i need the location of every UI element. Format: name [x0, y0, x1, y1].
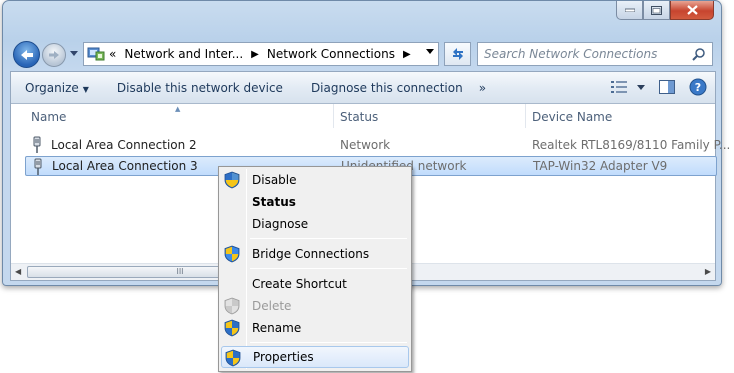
caption-buttons: [616, 1, 714, 20]
back-arrow-icon: [20, 49, 33, 60]
network-adapter-icon: [34, 158, 42, 175]
menu-item-diagnose[interactable]: Diagnose: [221, 213, 409, 235]
connection-device: TAP-Win32 Adapter V9: [533, 159, 668, 173]
menu-item-label: Status: [252, 195, 296, 209]
preview-pane-icon[interactable]: [659, 80, 675, 94]
details-view-icon: [611, 81, 627, 93]
menu-item-label: Delete: [252, 299, 292, 313]
network-adapter-icon: [33, 136, 41, 153]
column-divider[interactable]: [333, 104, 334, 128]
menu-item-label: Diagnose: [252, 217, 309, 231]
breadcrumb-overflow[interactable]: «: [109, 47, 116, 61]
change-view-button[interactable]: [611, 81, 645, 93]
menu-item-label: Bridge Connections: [252, 247, 370, 261]
list-item[interactable]: Local Area Connection 2 Network Realtek …: [25, 135, 730, 155]
scroll-left-icon[interactable]: ◀: [15, 267, 21, 276]
context-menu: Disable Status Diagnose Bridge Connectio…: [218, 166, 412, 372]
menu-item-status[interactable]: Status: [221, 191, 409, 213]
sort-ascending-icon: ▲: [175, 105, 181, 113]
help-icon[interactable]: ?: [689, 78, 707, 96]
search-placeholder: Search Network Connections: [484, 47, 658, 61]
view-controls: ?: [611, 78, 707, 96]
chevron-down-icon: ▼: [82, 84, 89, 94]
column-header-status[interactable]: Status: [340, 110, 378, 124]
recent-pages-dropdown[interactable]: [70, 51, 78, 56]
menu-separator: [250, 342, 407, 343]
shield-icon: [224, 297, 240, 315]
menu-item-rename[interactable]: Rename: [221, 317, 409, 339]
breadcrumb-network-connections[interactable]: Network Connections: [267, 47, 395, 61]
refresh-icon: [452, 48, 463, 60]
shield-icon: [224, 171, 240, 189]
forward-arrow-icon: [49, 51, 59, 59]
menu-item-label: Properties: [253, 350, 314, 364]
address-bar[interactable]: « Network and Inter... ▶ Network Connect…: [83, 42, 439, 66]
connection-device: Realtek RTL8169/8110 Family P...: [532, 138, 731, 152]
command-bar: Organize ▼ Disable this network device Di…: [11, 72, 715, 104]
organize-button[interactable]: Organize ▼: [11, 81, 103, 95]
column-divider[interactable]: [525, 104, 526, 128]
close-button[interactable]: [670, 1, 714, 20]
column-header-device[interactable]: Device Name: [532, 110, 612, 124]
diagnose-connection-button[interactable]: Diagnose this connection: [297, 81, 477, 95]
menu-item-label: Disable: [252, 173, 297, 187]
chevron-down-icon: [637, 84, 645, 90]
network-connections-icon: [87, 47, 105, 61]
svg-text:?: ?: [695, 81, 701, 94]
maximize-button[interactable]: [643, 1, 670, 20]
column-header-name[interactable]: Name: [31, 110, 66, 124]
menu-item-bridge-connections[interactable]: Bridge Connections: [221, 243, 409, 265]
minimize-button[interactable]: [616, 1, 643, 20]
menu-separator: [250, 238, 407, 239]
shield-icon: [224, 245, 240, 263]
close-icon: [686, 5, 698, 15]
address-dropdown-icon[interactable]: [426, 49, 434, 54]
scroll-right-icon[interactable]: ▶: [705, 267, 711, 276]
shield-icon: [225, 349, 241, 367]
search-icon[interactable]: [692, 47, 706, 61]
shield-icon: [224, 319, 240, 337]
back-button[interactable]: [13, 41, 40, 68]
menu-item-disable[interactable]: Disable: [221, 169, 409, 191]
menu-item-label: Create Shortcut: [252, 277, 347, 291]
forward-button[interactable]: [42, 43, 66, 67]
connection-name: Local Area Connection 3: [52, 159, 198, 173]
organize-label: Organize: [25, 80, 79, 95]
connection-status: Network: [340, 138, 391, 152]
connection-name: Local Area Connection 2: [51, 138, 197, 152]
menu-item-properties[interactable]: Properties: [221, 346, 409, 368]
breadcrumb-network-internet[interactable]: Network and Inter...: [124, 47, 243, 61]
maximize-icon: [651, 5, 662, 15]
menu-item-delete: Delete: [221, 295, 409, 317]
refresh-button[interactable]: [444, 42, 471, 66]
more-commands-button[interactable]: »: [477, 81, 500, 95]
navigation-bar: « Network and Inter... ▶ Network Connect…: [11, 37, 715, 71]
minimize-icon: [624, 8, 635, 12]
menu-separator: [250, 268, 407, 269]
menu-item-create-shortcut[interactable]: Create Shortcut: [221, 273, 409, 295]
search-input[interactable]: Search Network Connections: [477, 42, 713, 66]
breadcrumb-chevron-icon[interactable]: ▶: [403, 49, 411, 60]
menu-item-label: Rename: [252, 321, 302, 335]
column-headers: ▲ Name Status Device Name: [11, 104, 715, 130]
breadcrumb-chevron-icon[interactable]: ▶: [251, 49, 259, 60]
disable-device-button[interactable]: Disable this network device: [103, 81, 297, 95]
